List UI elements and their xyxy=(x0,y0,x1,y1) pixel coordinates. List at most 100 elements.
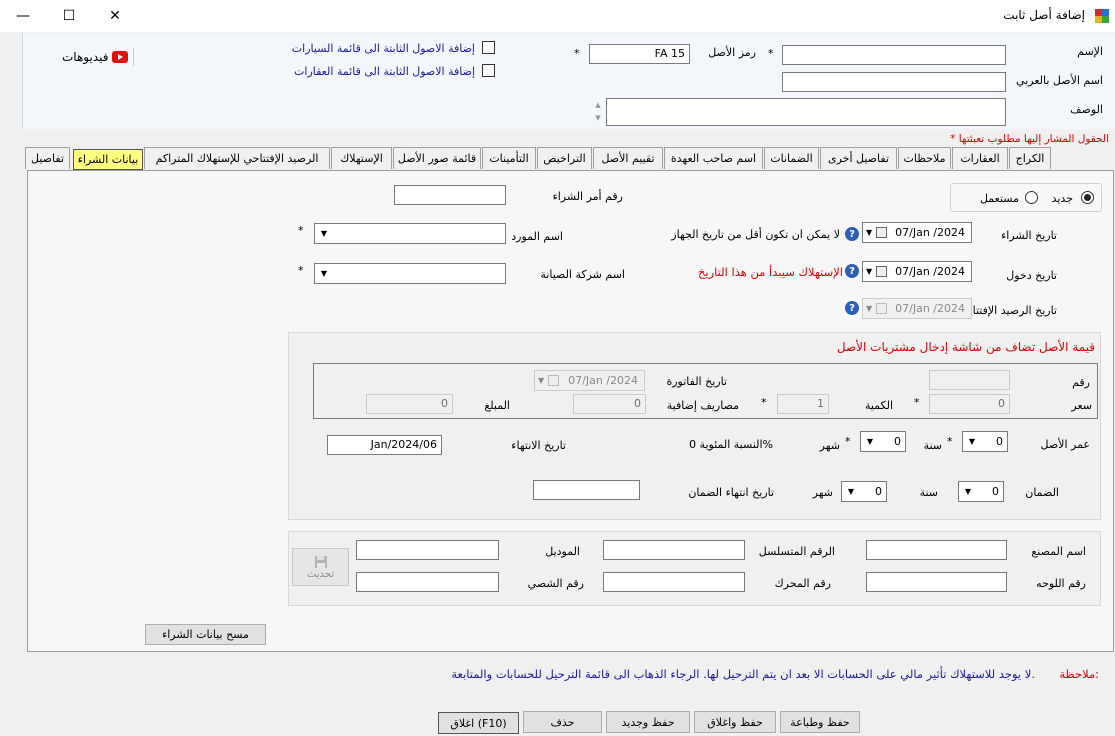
required-star: * xyxy=(845,435,851,448)
year-label: سنة xyxy=(919,486,938,499)
save-new-button[interactable]: حفظ وجديد xyxy=(606,711,690,733)
save-icon xyxy=(314,555,327,568)
minimize-button[interactable]: — xyxy=(0,0,46,32)
tab-details[interactable]: تفاصيل xyxy=(25,147,70,169)
divider xyxy=(133,48,134,66)
save-close-button[interactable]: حفظ واغلاق xyxy=(694,711,776,733)
required-star: * xyxy=(574,47,580,60)
extra-costs-input[interactable]: 0 xyxy=(573,394,646,414)
clear-purchase-data-button[interactable]: مسح بيانات الشراء xyxy=(145,624,266,645)
po-number-label: رقم أمر الشراء xyxy=(552,190,623,203)
tab-warranties[interactable]: الضمانات xyxy=(764,147,819,169)
warranty-end-input[interactable] xyxy=(533,480,640,500)
price-label: سعر xyxy=(1071,399,1092,412)
name-input[interactable] xyxy=(782,45,1006,65)
asset-code-input[interactable]: FA 15 xyxy=(589,44,690,64)
warranty-years-value: 0 xyxy=(992,485,999,498)
add-to-cars-label: إضافة الاصول الثابتة الى قائمة السيارات xyxy=(291,42,475,55)
arabic-name-input[interactable] xyxy=(782,72,1006,92)
manufacturer-input[interactable] xyxy=(866,540,1007,560)
update-button-label: تحديث xyxy=(306,568,335,580)
add-to-cars-checkbox[interactable] xyxy=(482,41,495,54)
new-radio[interactable] xyxy=(1081,191,1094,204)
number-label: رقم xyxy=(1072,376,1090,389)
entry-date-picker[interactable]: ▼ 07/Jan /2024 xyxy=(862,261,972,282)
tab-asset-images[interactable]: قائمة صور الأصل xyxy=(393,147,481,169)
videos-link[interactable]: فيديوهات xyxy=(62,50,129,64)
add-to-realestate-checkbox[interactable] xyxy=(482,64,495,77)
engine-number-input[interactable] xyxy=(603,572,745,592)
close-window-button[interactable]: ✕ xyxy=(92,0,138,32)
tab-realestate[interactable]: العقارات xyxy=(952,147,1008,169)
supplier-label: اسم المورد xyxy=(511,230,563,243)
tab-licenses[interactable]: التراخيص xyxy=(537,147,592,169)
arabic-name-label: اسم الأصل بالعربي xyxy=(1016,74,1103,87)
supplier-select[interactable]: ▼ xyxy=(314,223,506,244)
month-label: شهر xyxy=(812,486,833,499)
chevron-down-icon: ▼ xyxy=(964,487,972,496)
dropdown-arrow-icon: ▼ xyxy=(866,304,873,313)
life-months-select[interactable]: ▼ 0 xyxy=(860,431,906,452)
required-star: * xyxy=(914,396,920,409)
purchase-date-picker[interactable]: ▼ 07/Jan /2024 xyxy=(862,222,972,243)
tab-purchase-data[interactable]: بيانات الشراء xyxy=(73,149,143,170)
price-input[interactable]: 0 xyxy=(929,394,1010,414)
calendar-icon xyxy=(876,227,887,238)
description-textarea[interactable] xyxy=(606,98,1006,126)
amount-input[interactable]: 0 xyxy=(366,394,453,414)
minimize-icon: — xyxy=(16,8,30,24)
calendar-icon xyxy=(876,266,887,277)
percentage-label: النسبة المئوية 0% xyxy=(689,438,773,451)
required-star: * xyxy=(950,133,956,145)
invoice-date-picker[interactable]: ▼ 07/Jan /2024 xyxy=(534,370,645,391)
chassis-number-input[interactable] xyxy=(356,572,499,592)
model-input[interactable] xyxy=(356,540,499,560)
tab-other-details[interactable]: تفاصيل أخرى xyxy=(820,147,897,169)
tab-custodian[interactable]: اسم صاحب العهدة xyxy=(664,147,763,169)
help-icon[interactable]: ? xyxy=(845,301,859,315)
maintenance-company-select[interactable]: ▼ xyxy=(314,263,506,284)
close-button[interactable]: اغلاق (F10) xyxy=(438,712,519,734)
help-icon[interactable]: ? xyxy=(845,264,859,278)
dropdown-arrow-icon: ▼ xyxy=(538,376,545,385)
plate-number-input[interactable] xyxy=(866,572,1007,592)
required-star: * xyxy=(298,264,304,277)
month-label: شهر xyxy=(819,439,840,452)
tab-insurance[interactable]: التأمينات xyxy=(482,147,536,169)
chevron-down-icon: ▼ xyxy=(320,269,328,278)
tab-asset-valuation[interactable]: تقييم الأصل xyxy=(593,147,663,169)
calendar-icon xyxy=(548,375,559,386)
serial-number-input[interactable] xyxy=(603,540,745,560)
tab-garage[interactable]: الكراج xyxy=(1009,147,1051,169)
invoice-date-label: تاريخ الفاتورة xyxy=(666,375,727,388)
extra-costs-label: مصاريف إضافية xyxy=(666,399,739,412)
warranty-months-select[interactable]: ▼ 0 xyxy=(841,481,887,502)
amount-label: المبلغ xyxy=(484,399,510,412)
help-icon[interactable]: ? xyxy=(845,227,859,241)
maximize-button[interactable]: ☐ xyxy=(46,0,92,32)
note-label: ملاحظة: xyxy=(1059,667,1099,681)
tab-depreciation[interactable]: الإستهلاك xyxy=(331,147,392,169)
title-bar: — ☐ ✕ إضافة أصل ثابت xyxy=(0,0,1115,32)
entry-date-note: الإستهلاك سيبدأ من هذا التاريخ xyxy=(698,265,843,279)
asset-code-label: رمز الأصل xyxy=(708,46,756,59)
opening-balance-date-picker[interactable]: ▼ 07/Jan /2024 xyxy=(862,298,972,319)
calendar-icon xyxy=(876,303,887,314)
warranty-years-select[interactable]: ▼ 0 xyxy=(958,481,1004,502)
po-number-input[interactable] xyxy=(394,185,506,205)
quantity-input[interactable]: 1 xyxy=(777,394,829,414)
life-years-select[interactable]: ▼ 0 xyxy=(962,431,1008,452)
save-print-button[interactable]: حفظ وطباعة xyxy=(780,711,860,733)
note-text: لا يوجد للاستهلاك تأثير مالي على الحسابا… xyxy=(451,667,1035,681)
dropdown-arrow-icon: ▼ xyxy=(866,267,873,276)
required-star: * xyxy=(298,224,304,237)
required-star: * xyxy=(761,396,767,409)
end-date-input[interactable]: Jan/2024/06 xyxy=(327,435,442,455)
update-button[interactable]: تحديث xyxy=(292,548,349,586)
description-scrollbar[interactable]: ▲ ▼ xyxy=(592,99,604,125)
tab-opening-balance[interactable]: الرصيد الإفتتاحي للإستهلاك المتراكم xyxy=(144,147,330,169)
used-radio[interactable] xyxy=(1025,191,1038,204)
tab-notes[interactable]: ملاحظات xyxy=(898,147,951,169)
delete-button[interactable]: حذف xyxy=(523,711,602,733)
number-input[interactable] xyxy=(929,370,1010,390)
